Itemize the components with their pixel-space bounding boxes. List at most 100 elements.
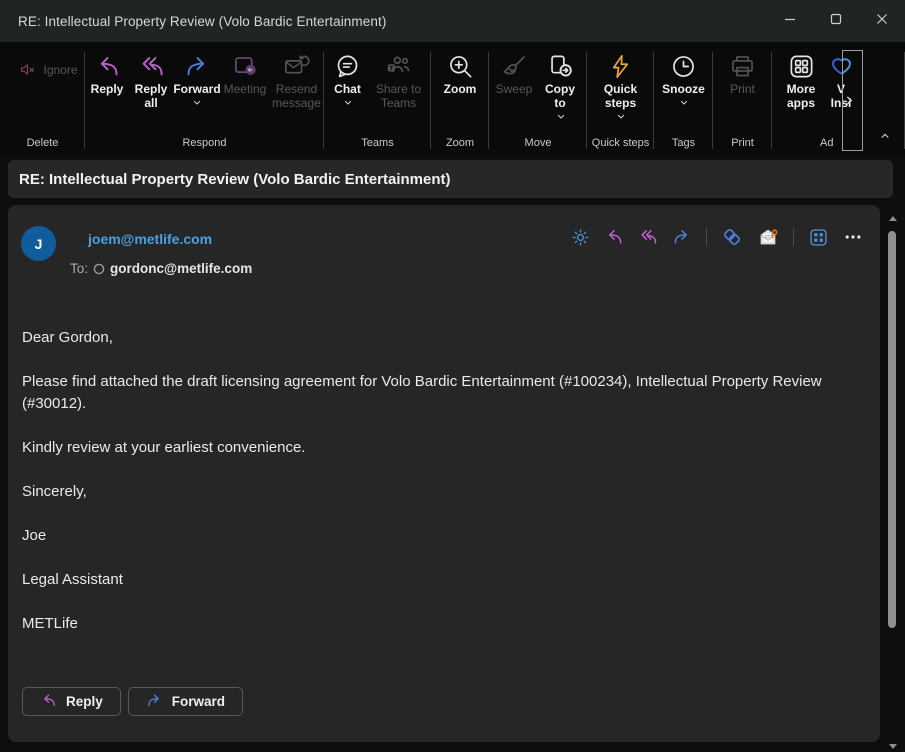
body-paragraph: Legal Assistant — [22, 569, 834, 591]
print-button[interactable]: Print — [720, 48, 766, 96]
message-card: J joem@metlife.com To: gordonc@metlife.c… — [8, 205, 880, 742]
maximize-icon — [830, 12, 842, 30]
titlebar: RE: Intellectual Property Review (Volo B… — [0, 0, 905, 42]
group-label-teams: Teams — [324, 135, 431, 155]
scrollbar-up-arrow[interactable] — [889, 216, 897, 221]
ribbon-scroll-right-button[interactable] — [844, 94, 855, 112]
outlook-message-window: { "window": { "title": "RE: Intellectual… — [0, 0, 905, 752]
sweep-icon — [501, 50, 528, 82]
ribbon-group-teams: Chat Share toTeams Teams — [324, 42, 431, 155]
ribbon-toolbar: Ignore Delete Reply Replyall — [0, 42, 905, 155]
more-apps-icon — [788, 50, 815, 82]
zoom-icon — [447, 50, 474, 82]
chevron-down-icon — [343, 98, 353, 107]
ribbon-group-respond: Reply Replyall Forward Meeting — [85, 42, 324, 155]
body-paragraph: Please find attached the draft licensing… — [22, 371, 834, 415]
copy-to-button[interactable]: Copyto — [536, 48, 584, 124]
print-icon — [729, 50, 756, 82]
sweep-button[interactable]: Sweep — [492, 48, 536, 96]
group-label-tags: Tags — [654, 135, 713, 155]
reply-all-icon[interactable] — [638, 227, 658, 247]
share-to-teams-button[interactable]: Share toTeams — [369, 48, 429, 110]
close-button[interactable] — [859, 0, 905, 42]
chevron-down-icon — [547, 110, 575, 124]
meeting-button[interactable]: Meeting — [221, 48, 269, 96]
chevron-down-icon — [606, 110, 637, 124]
divider — [706, 228, 707, 246]
summarize-sun-icon[interactable] — [571, 228, 590, 247]
ribbon-group-move: Sweep Copyto Move — [489, 42, 587, 155]
ribbon-group-zoom: Zoom Zoom — [431, 42, 489, 155]
more-apps-button[interactable]: Moreapps — [778, 48, 824, 110]
body-paragraph: Sincerely, — [22, 481, 834, 503]
zoom-button[interactable]: Zoom — [437, 48, 483, 96]
loop-icon[interactable] — [721, 226, 743, 248]
scrollbar-down-arrow[interactable] — [889, 744, 897, 749]
recipient-email[interactable]: gordonc@metlife.com — [110, 261, 252, 276]
footer-forward-button[interactable]: Forward — [128, 687, 243, 716]
ribbon-group-delete: Ignore Delete — [0, 42, 85, 155]
snooze-button[interactable]: Snooze — [658, 48, 710, 107]
forward-icon[interactable] — [672, 227, 692, 247]
quick-steps-button[interactable]: Quicksteps — [590, 48, 652, 124]
reply-icon[interactable] — [604, 227, 624, 247]
subject-bar: RE: Intellectual Property Review (Volo B… — [8, 160, 893, 198]
close-icon — [876, 12, 888, 30]
body-paragraph: Dear Gordon, — [22, 327, 834, 349]
to-label: To: — [70, 261, 88, 276]
minimize-icon — [784, 12, 796, 30]
ignore-button[interactable]: Ignore — [19, 61, 77, 78]
chat-icon — [334, 50, 361, 82]
scrollbar-thumb[interactable] — [888, 231, 896, 628]
meeting-icon — [232, 50, 259, 82]
chat-button[interactable]: Chat — [327, 48, 369, 107]
reply-icon — [94, 50, 121, 82]
body-paragraph: METLife — [22, 613, 834, 635]
group-label-move: Move — [489, 135, 587, 155]
email-subject: RE: Intellectual Property Review (Volo B… — [19, 171, 450, 188]
resend-message-button[interactable]: Resendmessage — [269, 48, 324, 110]
forward-icon — [146, 692, 163, 712]
window-title: RE: Intellectual Property Review (Volo B… — [18, 14, 386, 29]
group-label-respond: Respond — [85, 135, 324, 155]
quick-steps-icon — [607, 50, 634, 82]
chevron-right-icon — [844, 94, 855, 111]
more-actions-icon[interactable] — [843, 227, 863, 247]
message-action-bar — [571, 226, 863, 248]
maximize-button[interactable] — [813, 0, 859, 42]
sender-avatar[interactable]: J — [21, 226, 56, 261]
minimize-button[interactable] — [767, 0, 813, 42]
reply-all-icon — [138, 50, 165, 82]
chevron-down-icon — [679, 98, 689, 107]
reply-all-button[interactable]: Replyall — [129, 48, 173, 110]
sender-email-link[interactable]: joem@metlife.com — [88, 231, 212, 247]
reply-button[interactable]: Reply — [85, 48, 129, 96]
group-label-delete: Delete — [0, 135, 85, 155]
ribbon-group-quick-steps: Quicksteps Quick steps — [587, 42, 654, 155]
body-paragraph: Kindly review at your earliest convenien… — [22, 437, 834, 459]
share-to-teams-icon — [385, 50, 412, 82]
group-label-quick-steps: Quick steps — [587, 135, 654, 155]
recipient-row: To: gordonc@metlife.com — [70, 261, 252, 276]
footer-reply-button[interactable]: Reply — [22, 687, 121, 716]
copy-to-icon — [547, 50, 574, 82]
phish-alert-icon[interactable] — [757, 226, 779, 248]
email-body: Dear Gordon, Please find attached the dr… — [22, 327, 834, 657]
resend-message-icon — [283, 50, 310, 82]
ribbon-group-print: Print Print — [713, 42, 772, 155]
presence-circle-icon — [93, 263, 105, 275]
group-label-zoom: Zoom — [431, 135, 489, 155]
window-controls — [767, 0, 905, 42]
group-label-print: Print — [713, 135, 772, 155]
message-footer: Reply Forward — [22, 687, 243, 716]
forward-button[interactable]: Forward — [173, 48, 221, 107]
body-paragraph: Joe — [22, 525, 834, 547]
ribbon-group-tags: Snooze Tags — [654, 42, 713, 155]
chevron-up-icon — [879, 128, 891, 145]
snooze-icon — [670, 50, 697, 82]
forward-icon — [184, 50, 211, 82]
reply-icon — [40, 692, 57, 712]
divider — [793, 228, 794, 246]
apps-icon[interactable] — [808, 227, 829, 248]
ribbon-collapse-button[interactable] — [879, 128, 891, 146]
